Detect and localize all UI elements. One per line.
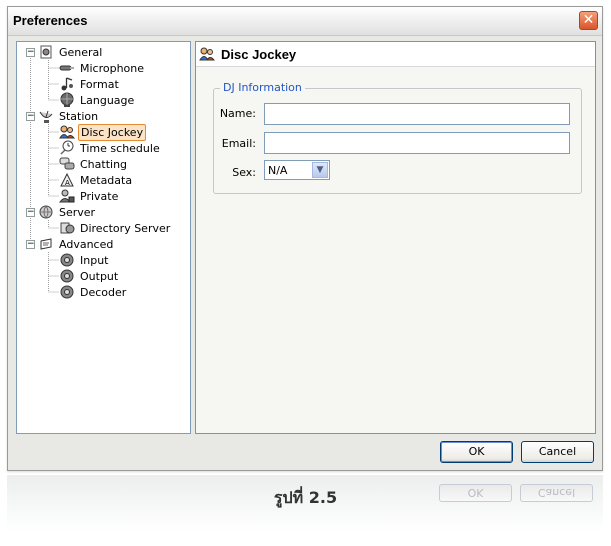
tree-item-input[interactable]: Input	[59, 252, 110, 268]
expander-advanced[interactable]: −	[26, 240, 35, 249]
dj-people-icon	[59, 125, 75, 139]
tree-item-advanced[interactable]: Advanced	[38, 236, 115, 252]
tree-item-decoder[interactable]: Decoder	[59, 284, 128, 300]
title-bar[interactable]: Preferences ✕	[8, 7, 602, 36]
gear-input-icon	[60, 253, 74, 267]
tree-item-private[interactable]: Private	[59, 188, 120, 204]
dj-information-group: DJ Information Name: Email: Sex: N/A ▼	[213, 81, 582, 194]
name-field[interactable]	[264, 103, 570, 125]
close-button[interactable]: ✕	[579, 11, 598, 30]
expander-server[interactable]: −	[26, 208, 35, 217]
tree-item-directory-server[interactable]: Directory Server	[59, 220, 172, 236]
cancel-button[interactable]: Cancel	[521, 441, 594, 463]
sex-select-value: N/A	[268, 164, 288, 177]
music-note-icon	[61, 77, 73, 91]
sex-select[interactable]: N/A ▼	[264, 160, 330, 180]
gear-decoder-icon	[60, 285, 74, 299]
email-label: Email:	[221, 137, 256, 150]
tree-item-station[interactable]: Station	[38, 108, 100, 124]
settings-content-panel: Disc Jockey DJ Information Name: Email: …	[195, 41, 596, 434]
private-icon	[59, 189, 75, 203]
email-field[interactable]	[264, 132, 570, 154]
server-icon	[39, 205, 53, 219]
expander-station[interactable]: −	[26, 112, 35, 121]
sex-label: Sex:	[232, 166, 256, 179]
expander-general[interactable]: −	[26, 48, 35, 57]
tree-item-chatting[interactable]: Chatting	[59, 156, 129, 172]
tree-item-language[interactable]: Language	[59, 92, 136, 108]
general-settings-icon	[40, 45, 52, 59]
globe-icon	[60, 92, 74, 107]
advanced-icon	[40, 238, 52, 250]
close-icon: ✕	[582, 12, 595, 28]
svg-text:A: A	[65, 179, 70, 187]
ok-button[interactable]: OK	[440, 441, 513, 463]
gear-output-icon	[60, 269, 74, 283]
tree-item-server[interactable]: Server	[38, 204, 97, 220]
tree-item-format[interactable]: Format	[59, 76, 121, 92]
preferences-tree[interactable]: General Microphone Format Language Stati…	[16, 41, 191, 434]
content-header: Disc Jockey	[196, 42, 595, 67]
figure-caption: รูปที่ 2.5	[273, 488, 338, 507]
metadata-icon: A	[60, 172, 74, 187]
chat-icon	[59, 157, 75, 170]
page-title: Disc Jockey	[221, 46, 297, 62]
tree-item-time-schedule[interactable]: Time schedule	[59, 140, 162, 156]
tree-item-output[interactable]: Output	[59, 268, 120, 284]
microphone-icon	[59, 65, 74, 71]
tree-item-general[interactable]: General	[38, 44, 104, 60]
dj-people-icon	[199, 47, 215, 61]
tree-item-microphone[interactable]: Microphone	[59, 60, 146, 76]
group-title: DJ Information	[220, 81, 305, 94]
clock-icon	[60, 140, 74, 155]
satellite-dish-icon	[39, 110, 53, 123]
chevron-down-icon[interactable]: ▼	[312, 162, 328, 178]
tree-item-disc-jockey[interactable]: Disc Jockey	[59, 123, 147, 141]
preferences-window: Preferences ✕ General Microphone Format …	[7, 6, 603, 471]
window-title: Preferences	[13, 13, 88, 28]
tree-item-metadata[interactable]: A Metadata	[59, 172, 134, 188]
name-label: Name:	[219, 107, 256, 120]
directory-server-icon	[60, 222, 75, 234]
